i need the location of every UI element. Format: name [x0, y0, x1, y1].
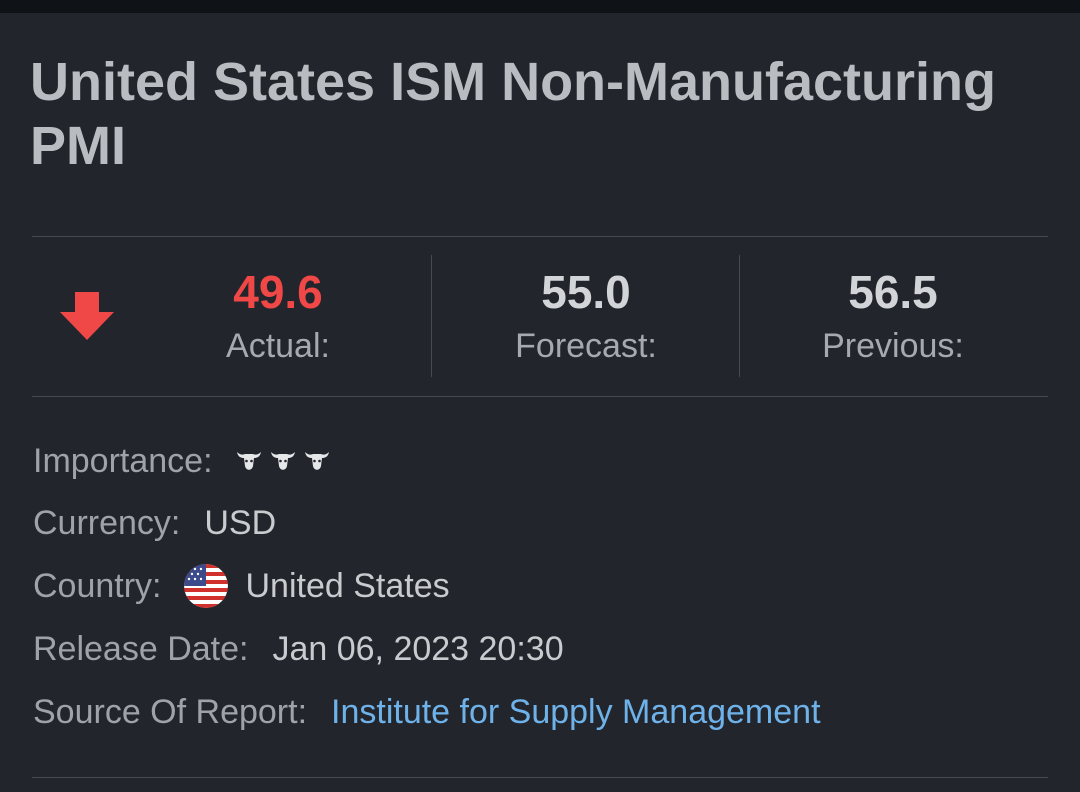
- divider: [32, 396, 1048, 397]
- divider: [431, 255, 432, 377]
- currency-row: Currency: USD: [33, 498, 276, 548]
- country-value: United States: [245, 566, 450, 605]
- actual-value: 49.6: [233, 266, 323, 318]
- down-arrow-icon: [60, 292, 114, 340]
- divider: [32, 236, 1048, 237]
- currency-label: Currency:: [33, 503, 181, 542]
- actual-label: Actual:: [226, 327, 330, 365]
- previous-value: 56.5: [848, 266, 938, 318]
- divider: [32, 777, 1048, 778]
- bull-icon: [304, 452, 329, 470]
- source-label: Source Of Report:: [33, 692, 308, 731]
- source-link[interactable]: Institute for Supply Management: [331, 693, 821, 732]
- forecast-metric: 55.0 Forecast:: [436, 262, 736, 368]
- release-date-label: Release Date:: [33, 629, 249, 668]
- importance-label: Importance:: [33, 441, 213, 480]
- importance-row: Importance:: [33, 436, 331, 486]
- bull-icon: [236, 452, 261, 470]
- country-row: Country: United States: [33, 561, 450, 611]
- forecast-label: Forecast:: [515, 327, 657, 365]
- status-bar: [0, 0, 1080, 13]
- currency-value: USD: [204, 503, 277, 542]
- us-flag-icon: [183, 564, 228, 608]
- previous-label: Previous:: [822, 327, 964, 365]
- release-date-row: Release Date: Jan 06, 2023 20:30: [33, 624, 564, 674]
- previous-metric: 56.5 Previous:: [743, 262, 1043, 368]
- release-date-value: Jan 06, 2023 20:30: [272, 629, 564, 668]
- importance-rating: [235, 448, 331, 474]
- forecast-value: 55.0: [541, 266, 631, 318]
- page-title: United States ISM Non-Manufacturing PMI: [30, 52, 997, 176]
- actual-metric: 49.6 Actual:: [128, 262, 428, 368]
- country-label: Country:: [33, 566, 162, 605]
- source-row: Source Of Report: Institute for Supply M…: [33, 687, 821, 737]
- divider: [739, 255, 740, 377]
- bull-icon: [270, 452, 295, 470]
